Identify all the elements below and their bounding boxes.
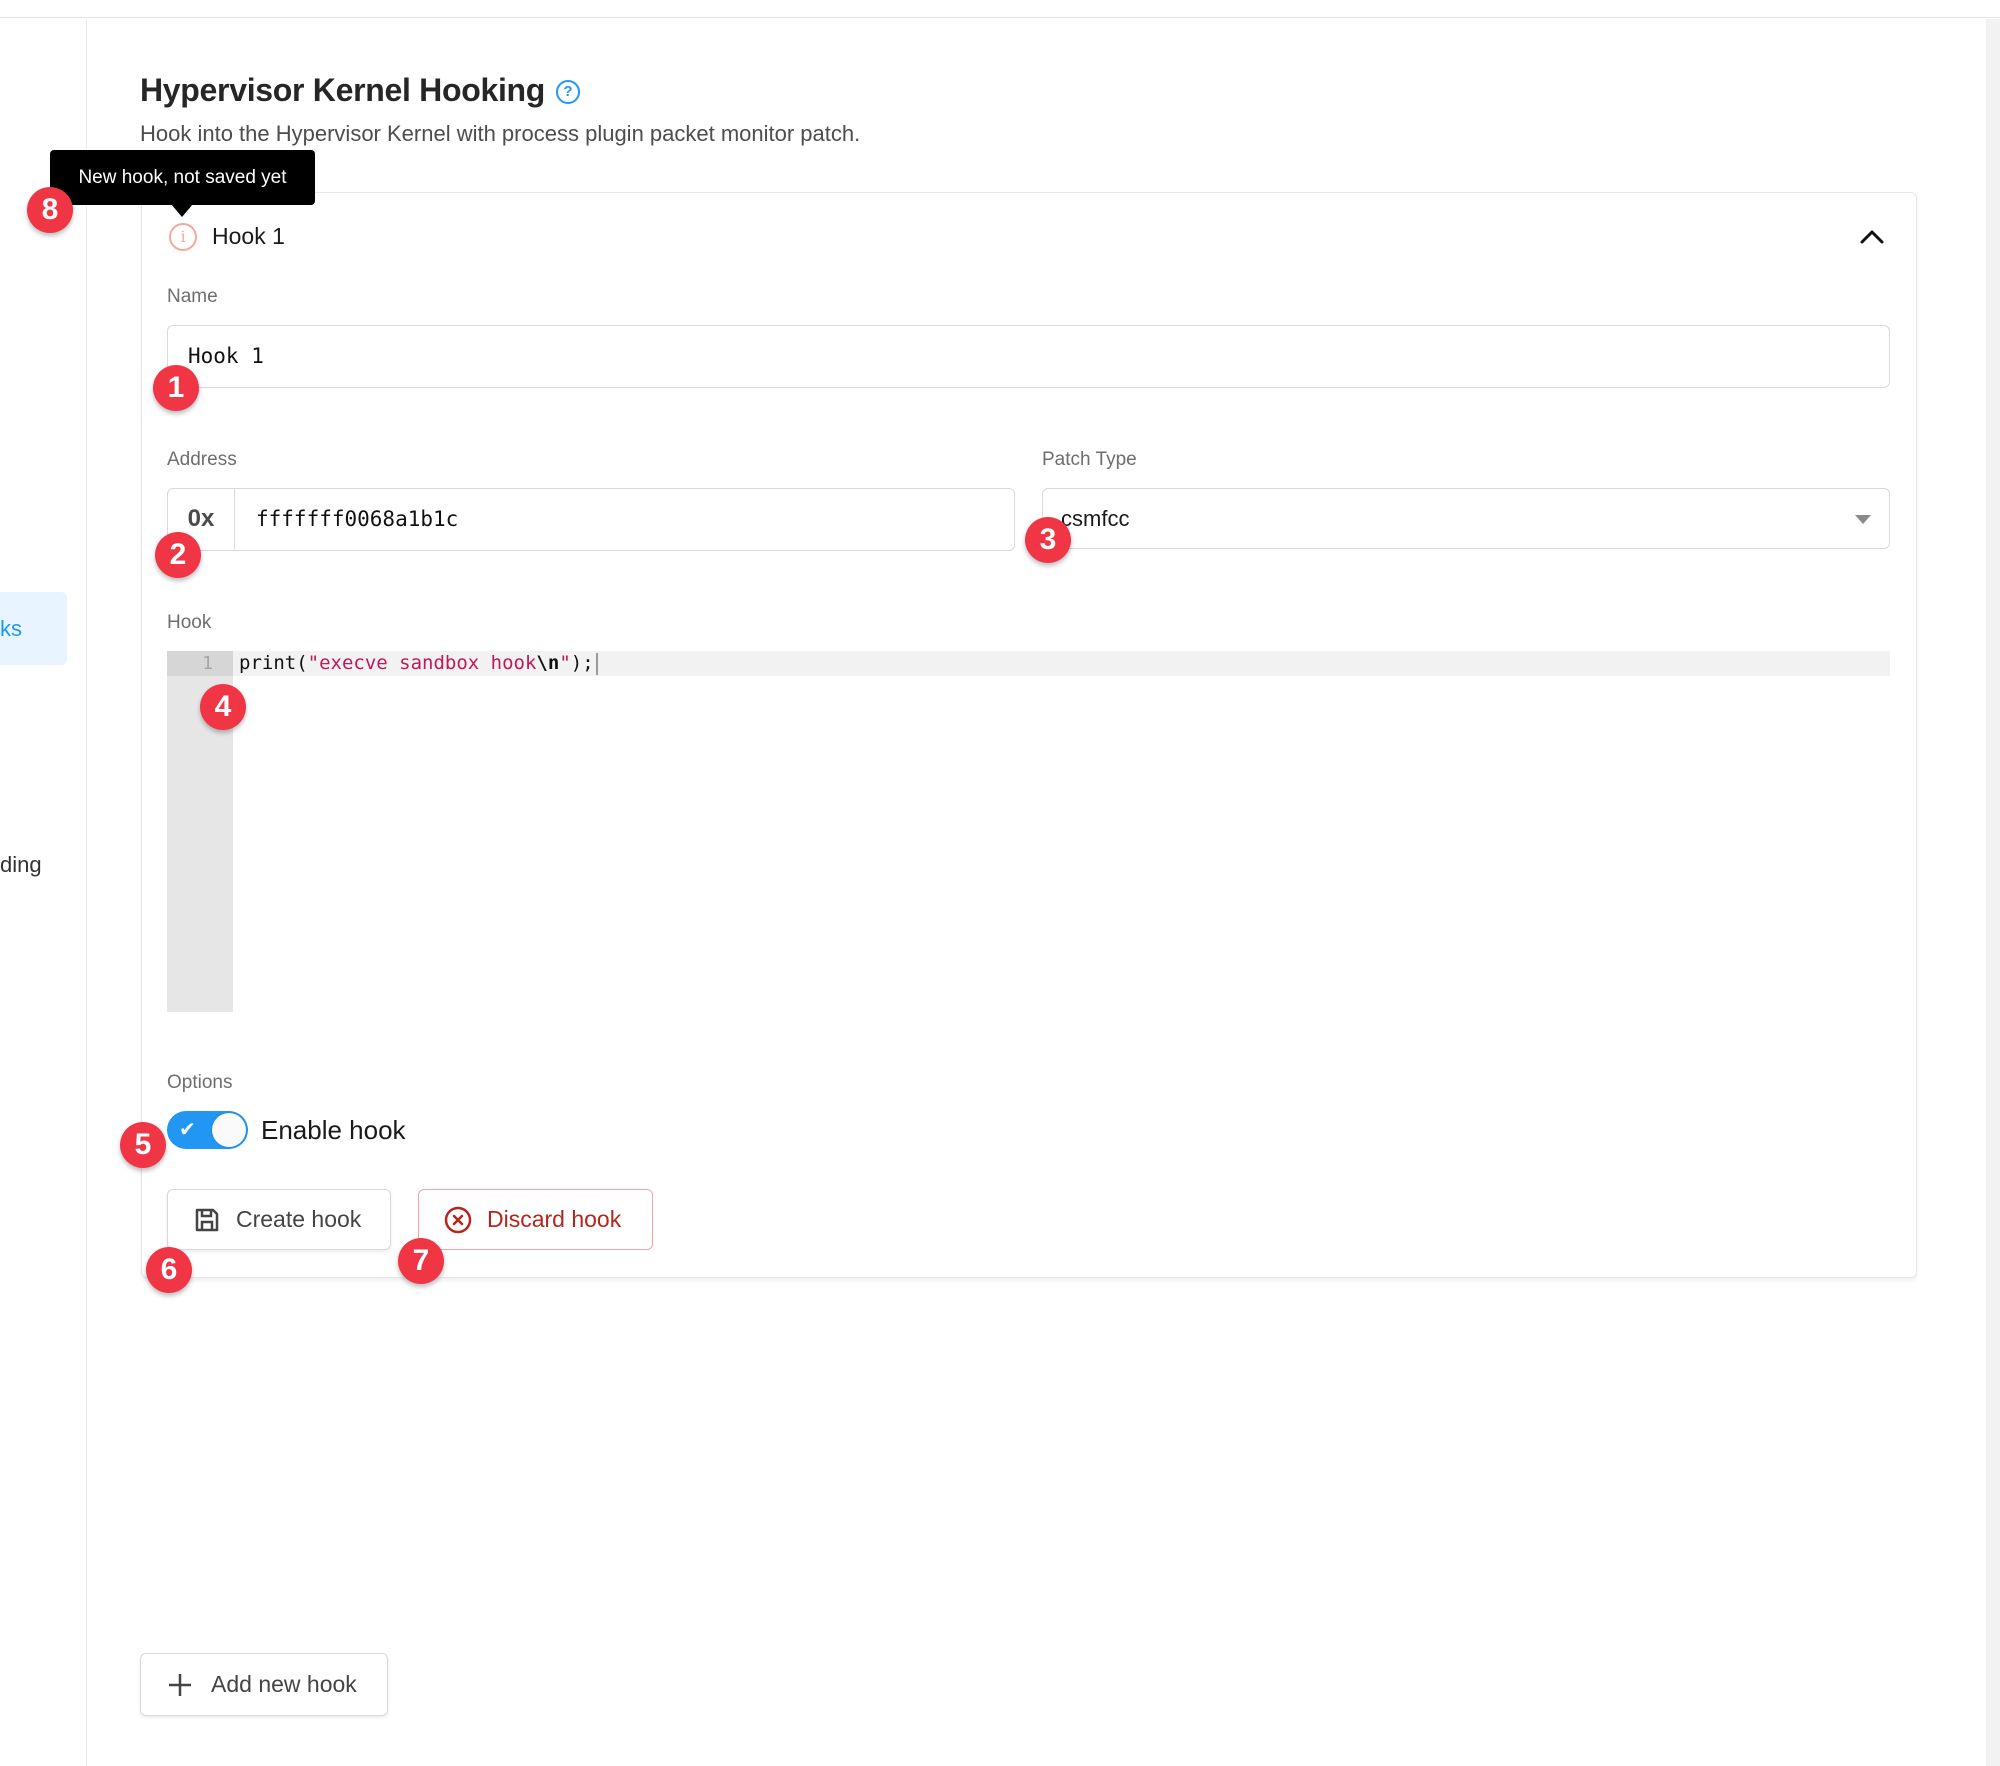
code-line[interactable]: print("execve sandbox hook\n"); — [239, 652, 598, 675]
create-hook-label: Create hook — [236, 1206, 362, 1232]
enable-hook-label[interactable]: Enable hook — [261, 1115, 406, 1146]
options-label: Options — [167, 1072, 233, 1093]
discard-hook-button[interactable]: Discard hook — [418, 1189, 653, 1250]
enable-hook-toggle[interactable]: ✔ — [167, 1111, 248, 1149]
patch-type-value: csmfcc — [1061, 506, 1130, 531]
save-icon — [195, 1208, 219, 1231]
name-label: Name — [167, 286, 218, 307]
scrollbar[interactable] — [1986, 19, 2000, 1766]
page-title: Hypervisor Kernel Hooking — [140, 72, 546, 108]
annotation-badge-1: 1 — [153, 365, 199, 411]
add-new-hook-label: Add new hook — [211, 1671, 357, 1697]
code-token-string: "execve sandbox hook — [307, 652, 537, 674]
create-hook-button[interactable]: Create hook — [167, 1189, 391, 1250]
sidebar: ks ding — [0, 19, 87, 1766]
line-number: 1 — [202, 653, 213, 674]
code-token-string-close: " — [559, 652, 571, 674]
patch-type-label: Patch Type — [1042, 449, 1137, 470]
page-description: Hook into the Hypervisor Kernel with pro… — [140, 121, 861, 146]
discard-hook-label: Discard hook — [487, 1206, 622, 1232]
chevron-up-icon — [1860, 230, 1884, 244]
code-token-tail: ); — [570, 652, 594, 674]
address-label: Address — [167, 449, 237, 470]
question-circle-icon[interactable]: ? — [556, 80, 580, 104]
annotation-badge-3: 3 — [1025, 517, 1071, 563]
check-icon: ✔ — [179, 1119, 196, 1141]
x-circle-icon — [444, 1206, 472, 1233]
tooltip-arrow — [171, 204, 193, 217]
collapse-button[interactable] — [1855, 222, 1889, 252]
sidebar-item-label: ks — [0, 616, 22, 641]
code-token-fn: print( — [239, 652, 308, 674]
top-bar — [0, 0, 2000, 18]
annotation-badge-8: 8 — [27, 187, 73, 233]
code-token-escape: \n — [536, 652, 560, 674]
annotation-badge-5: 5 — [120, 1122, 166, 1168]
address-input-value: fffffff0068a1b1c — [256, 507, 459, 531]
annotation-badge-7: 7 — [398, 1238, 444, 1284]
hook-title: Hook 1 — [212, 223, 285, 249]
add-new-hook-button[interactable]: Add new hook — [140, 1653, 388, 1716]
hook-code-label: Hook — [167, 612, 212, 633]
sidebar-item-hooks[interactable]: ks — [0, 592, 67, 665]
patch-type-select[interactable]: csmfcc — [1042, 488, 1890, 549]
annotation-badge-4: 4 — [200, 684, 246, 730]
address-input[interactable]: 0x fffffff0068a1b1c — [167, 488, 1015, 551]
toggle-knob — [212, 1113, 246, 1147]
annotation-badge-2: 2 — [155, 532, 201, 578]
annotation-badge-6: 6 — [146, 1247, 192, 1293]
text-cursor — [595, 652, 598, 675]
name-input-value: Hook 1 — [188, 344, 264, 368]
name-input[interactable]: Hook 1 — [167, 325, 1890, 388]
unsaved-tooltip: New hook, not saved yet — [50, 150, 315, 205]
info-circle-icon[interactable]: i — [169, 223, 197, 251]
caret-down-icon — [1855, 515, 1871, 524]
sidebar-item-loading[interactable]: ding — [0, 852, 42, 878]
plus-icon — [169, 1673, 191, 1696]
code-editor[interactable]: 1 print("execve sandbox hook\n"); — [167, 651, 1890, 1012]
